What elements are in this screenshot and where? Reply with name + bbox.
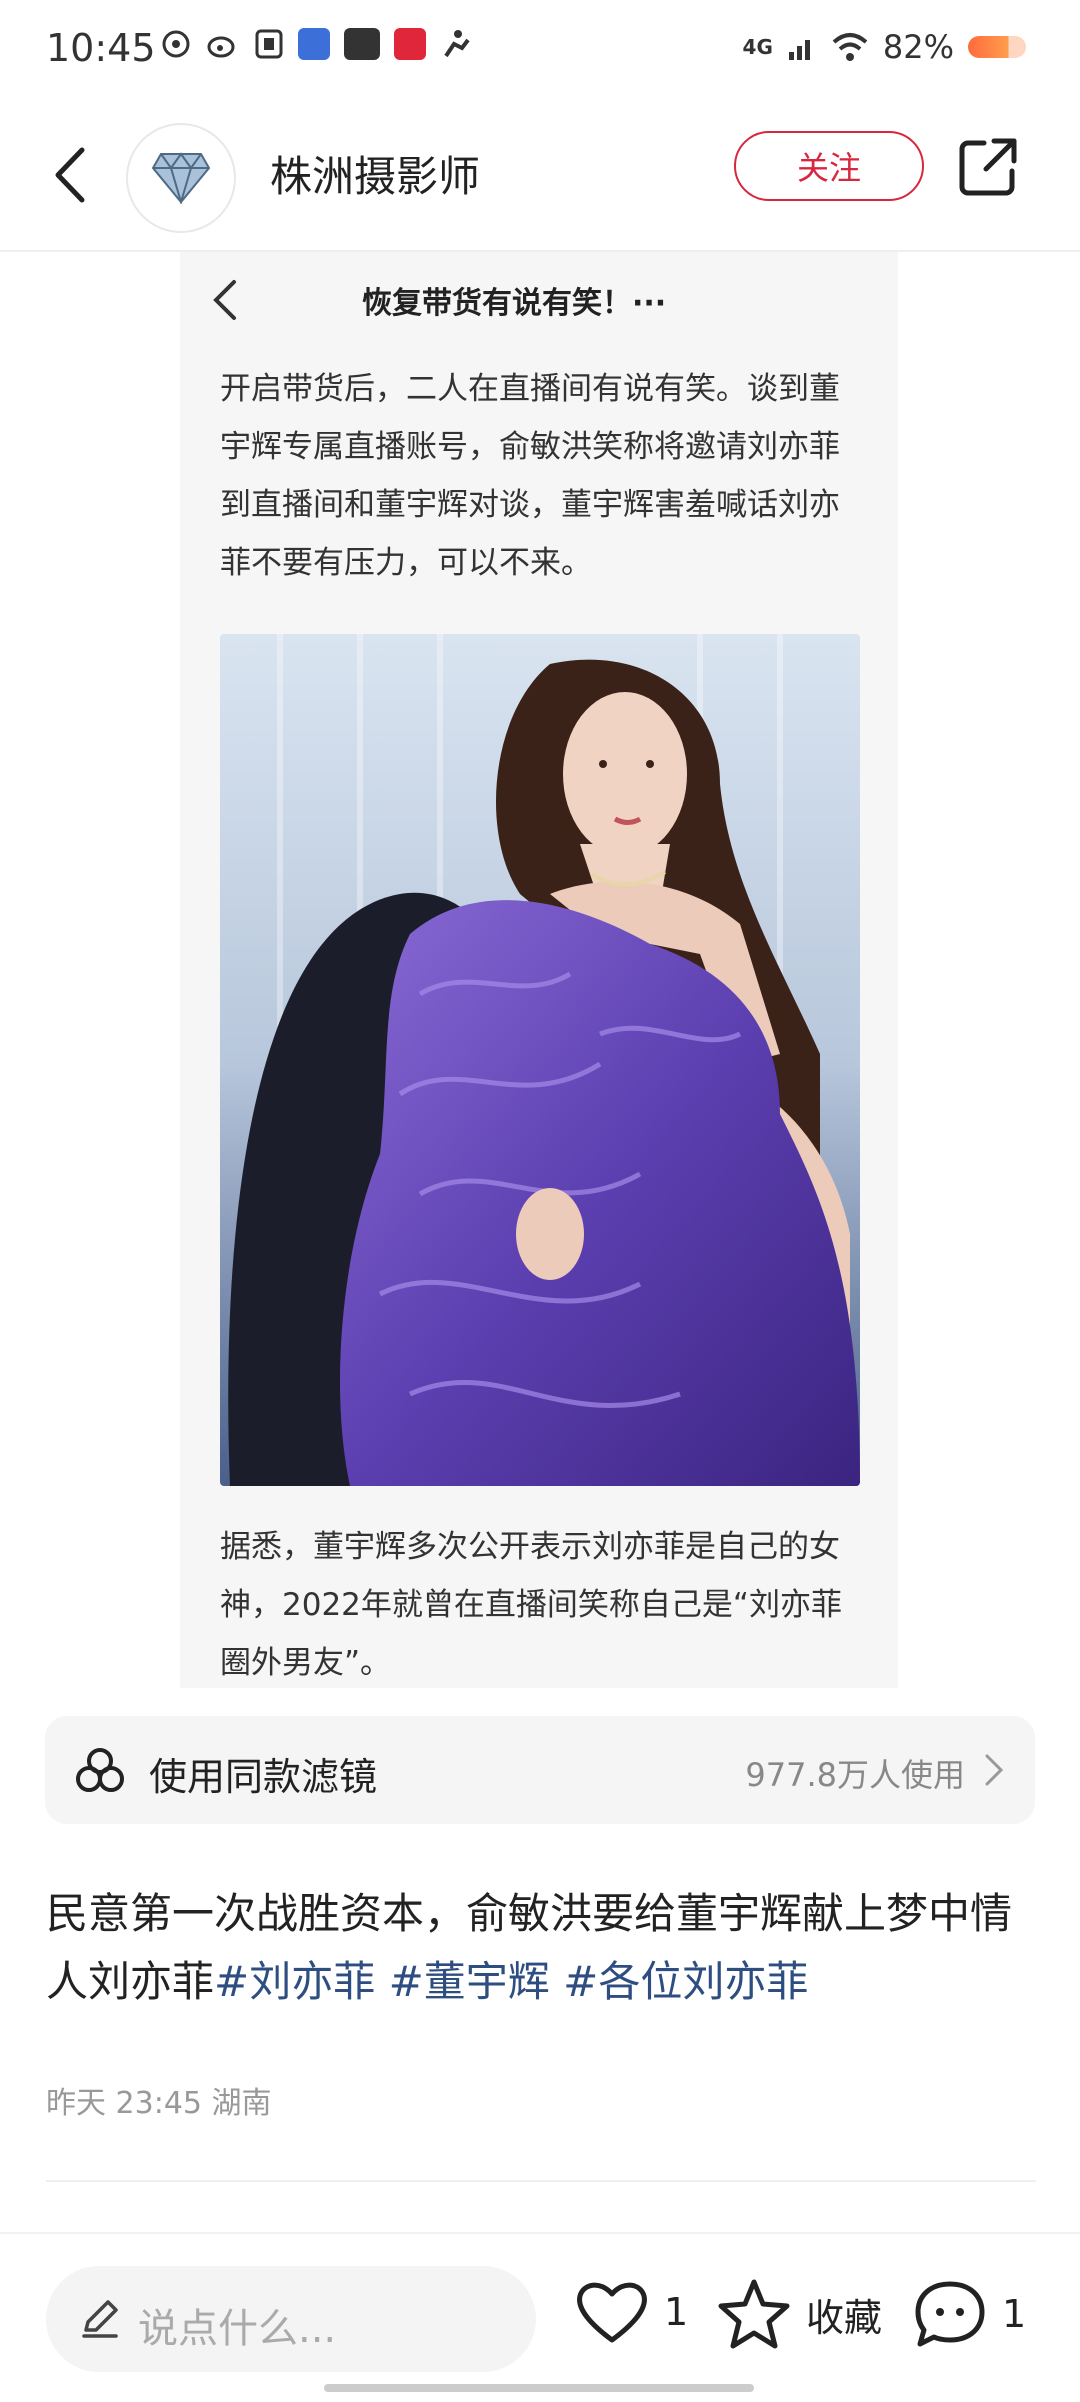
post-image[interactable]: 恢复带货有说有笑！··· 开启带货后，二人在直播间有说有笑。谈到董宇辉专属直播账… [180, 252, 898, 1688]
chevron-right-icon [985, 1754, 1004, 1786]
share-button[interactable] [956, 135, 1026, 205]
notification-icons [160, 28, 472, 60]
status-bar: 10:45 4G 82% [0, 0, 1080, 105]
filter-usage-count: 977.8万人使用 [745, 1756, 965, 1794]
post-time: 昨天 23:45 [46, 2086, 202, 2121]
favorite-label: 收藏 [806, 2295, 883, 2340]
embedded-header: 恢复带货有说有笑！··· [180, 252, 898, 348]
avatar[interactable] [126, 123, 236, 233]
post-body: 民意第一次战胜资本，俞敏洪要给董宇辉献上梦中情人刘亦菲#刘亦菲 #董宇辉 #各位… [46, 1880, 1036, 2016]
post-meta: 昨天 23:45 湖南 [46, 2078, 272, 2122]
hashtag-dongyuhui[interactable]: #董宇辉 [389, 1957, 550, 2006]
netease-music-icon [162, 30, 190, 58]
calendar-icon [255, 29, 283, 59]
app-icon [298, 28, 330, 60]
star-icon [718, 2279, 790, 2349]
comment-button[interactable]: 1 [912, 2278, 1026, 2350]
network-label: 4G [742, 35, 773, 59]
heart-icon [577, 2282, 647, 2343]
like-button[interactable]: 1 [574, 2278, 688, 2346]
share-icon [959, 138, 1017, 196]
embedded-paragraph-2: 据悉，董宇辉多次公开表示刘亦菲是自己的女神，2022年就曾在直播间笑称自己是“刘… [220, 1529, 842, 1681]
toutiao-icon [344, 28, 380, 60]
status-time: 10:45 [46, 26, 156, 70]
post-location: 湖南 [211, 2086, 272, 2121]
chevron-left-icon [55, 147, 85, 203]
like-count: 1 [664, 2290, 689, 2334]
wifi-icon [832, 33, 868, 61]
diamond-icon [151, 152, 211, 204]
comment-count: 1 [1002, 2292, 1027, 2336]
signal-icon [788, 40, 810, 60]
bottom-action-bar: 说点什么... 1 收藏 1 [0, 2232, 1080, 2402]
comment-icon [915, 2281, 985, 2347]
filter-icon [76, 1748, 124, 1792]
huawei-icon [394, 28, 426, 60]
embedded-paragraph-1: 开启带货后，二人在直播间有说有笑。谈到董宇辉专属直播账号，俞敏洪笑称将邀请刘亦菲… [220, 371, 840, 581]
back-button[interactable] [40, 135, 100, 215]
divider [46, 2180, 1036, 2182]
hashtag-liuyifei[interactable]: #刘亦菲 [214, 1957, 375, 2006]
same-filter-bar[interactable]: 使用同款滤镜 977.8万人使用 [45, 1716, 1035, 1824]
pencil-icon [82, 2300, 118, 2338]
embedded-title: 恢复带货有说有笑！··· [362, 286, 667, 321]
portrait-photo [220, 634, 860, 1486]
home-indicator[interactable] [324, 2384, 754, 2392]
battery-icon [968, 36, 1026, 58]
comment-placeholder: 说点什么... [138, 2306, 337, 2352]
post-header: 株洲摄影师 关注 [0, 105, 1080, 252]
weibo-icon [207, 36, 235, 58]
favorite-button[interactable]: 收藏 [716, 2278, 882, 2350]
filter-label: 使用同款滤镜 [149, 1755, 378, 1799]
follow-button[interactable]: 关注 [734, 131, 924, 201]
comment-input[interactable]: 说点什么... [46, 2266, 536, 2372]
activity-icon [444, 30, 470, 58]
status-right: 4G 82% [743, 28, 1026, 66]
hashtag-geweiliuyifei[interactable]: #各位刘亦菲 [563, 1957, 808, 2006]
chevron-left-icon [213, 280, 236, 320]
battery-percent: 82% [882, 28, 954, 66]
account-name[interactable]: 株洲摄影师 [270, 143, 480, 204]
